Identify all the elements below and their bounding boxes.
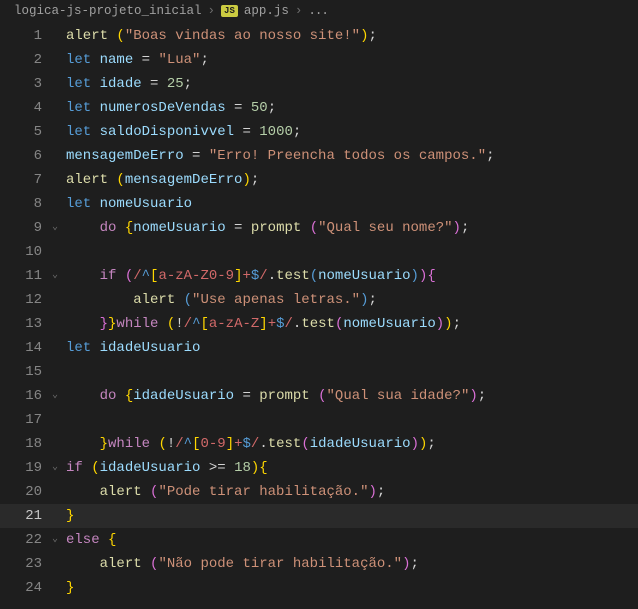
line-number: 18 xyxy=(0,432,52,456)
code-line[interactable]: 11 ⌄ if (/^[a-zA-Z0-9]+$/.test(nomeUsuar… xyxy=(0,264,638,288)
code-line[interactable]: 10 xyxy=(0,240,638,264)
ellipsis-icon[interactable]: ... xyxy=(308,4,328,18)
js-file-icon: JS xyxy=(221,5,238,17)
code-line[interactable]: 8 let nomeUsuario xyxy=(0,192,638,216)
code-line[interactable]: 24 } xyxy=(0,576,638,600)
line-number: 4 xyxy=(0,96,52,120)
fold-icon[interactable]: ⌄ xyxy=(52,384,66,408)
fold-icon[interactable]: ⌄ xyxy=(52,264,66,288)
line-number: 8 xyxy=(0,192,52,216)
code-line[interactable]: 14 let idadeUsuario xyxy=(0,336,638,360)
code-line[interactable]: 1 alert ("Boas vindas ao nosso site!"); xyxy=(0,24,638,48)
line-number: 24 xyxy=(0,576,52,600)
line-number: 22 xyxy=(0,528,52,552)
code-editor[interactable]: 1 alert ("Boas vindas ao nosso site!"); … xyxy=(0,22,638,600)
code-line[interactable]: 9 ⌄ do {nomeUsuario = prompt ("Qual seu … xyxy=(0,216,638,240)
chevron-right-icon: › xyxy=(208,4,216,18)
code-line[interactable]: 7 alert (mensagemDeErro); xyxy=(0,168,638,192)
fold-icon[interactable]: ⌄ xyxy=(52,456,66,480)
line-number: 19 xyxy=(0,456,52,480)
code-line[interactable]: 19 ⌄ if (idadeUsuario >= 18){ xyxy=(0,456,638,480)
line-number: 12 xyxy=(0,288,52,312)
line-number: 11 xyxy=(0,264,52,288)
code-line[interactable]: 12 alert ("Use apenas letras."); xyxy=(0,288,638,312)
line-number: 1 xyxy=(0,24,52,48)
code-line[interactable]: 21 } xyxy=(0,504,638,528)
line-number: 23 xyxy=(0,552,52,576)
line-number: 2 xyxy=(0,48,52,72)
code-line[interactable]: 5 let saldoDisponivvel = 1000; xyxy=(0,120,638,144)
line-number: 9 xyxy=(0,216,52,240)
line-number: 14 xyxy=(0,336,52,360)
line-number: 13 xyxy=(0,312,52,336)
code-line[interactable]: 15 xyxy=(0,360,638,384)
code-line[interactable]: 2 let name = "Lua"; xyxy=(0,48,638,72)
breadcrumb-file[interactable]: app.js xyxy=(244,4,289,18)
code-line[interactable]: 6 mensagemDeErro = "Erro! Preencha todos… xyxy=(0,144,638,168)
code-line[interactable]: 22 ⌄ else { xyxy=(0,528,638,552)
chevron-right-icon: › xyxy=(295,4,303,18)
line-number: 6 xyxy=(0,144,52,168)
line-number: 3 xyxy=(0,72,52,96)
fold-icon[interactable]: ⌄ xyxy=(52,528,66,552)
line-number: 16 xyxy=(0,384,52,408)
code-line[interactable]: 20 alert ("Pode tirar habilitação."); xyxy=(0,480,638,504)
line-number: 7 xyxy=(0,168,52,192)
breadcrumb: logica-js-projeto_inicial › JS app.js › … xyxy=(0,0,638,22)
line-number: 5 xyxy=(0,120,52,144)
code-line[interactable]: 16 ⌄ do {idadeUsuario = prompt ("Qual su… xyxy=(0,384,638,408)
code-line[interactable]: 17 xyxy=(0,408,638,432)
line-number: 15 xyxy=(0,360,52,384)
code-line[interactable]: 4 let numerosDeVendas = 50; xyxy=(0,96,638,120)
code-line[interactable]: 23 alert ("Não pode tirar habilitação.")… xyxy=(0,552,638,576)
fold-icon[interactable]: ⌄ xyxy=(52,216,66,240)
line-number: 20 xyxy=(0,480,52,504)
line-number: 21 xyxy=(0,504,52,528)
code-line[interactable]: 13 }}while (!/^[a-zA-Z]+$/.test(nomeUsua… xyxy=(0,312,638,336)
line-number: 17 xyxy=(0,408,52,432)
line-number: 10 xyxy=(0,240,52,264)
code-line[interactable]: 3 let idade = 25; xyxy=(0,72,638,96)
breadcrumb-folder[interactable]: logica-js-projeto_inicial xyxy=(14,4,202,18)
code-line[interactable]: 18 }while (!/^[0-9]+$/.test(idadeUsuario… xyxy=(0,432,638,456)
